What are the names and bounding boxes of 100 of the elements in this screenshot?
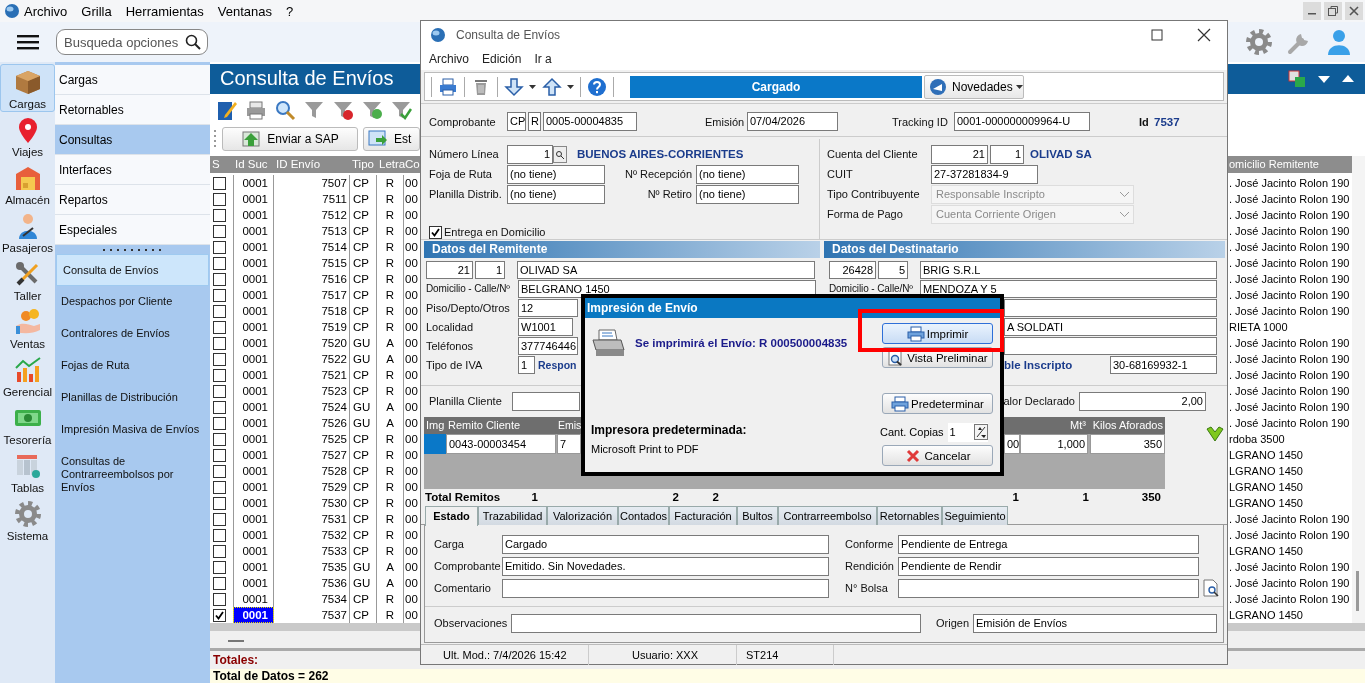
checkbox[interactable] xyxy=(213,464,226,478)
text-field[interactable]: CP xyxy=(507,112,526,131)
search-field[interactable]: Busqueda opciones xyxy=(56,29,208,55)
checkbox[interactable] xyxy=(213,240,226,254)
checkbox[interactable] xyxy=(213,176,226,190)
tab[interactable]: Trazabilidad xyxy=(478,506,547,525)
checkbox[interactable] xyxy=(213,272,226,286)
text-field[interactable]: 1 xyxy=(518,355,535,374)
dialog-button[interactable]: Imprimir xyxy=(882,323,993,344)
text-field[interactable]: 21 xyxy=(426,260,473,279)
printer-icon[interactable] xyxy=(906,325,925,342)
checkbox[interactable] xyxy=(213,544,226,558)
dialog-button[interactable]: Cancelar xyxy=(882,445,993,466)
caret-icon[interactable] xyxy=(529,84,536,89)
menu-item[interactable]: Grilla xyxy=(81,3,112,19)
tab[interactable]: Valorización xyxy=(547,506,618,525)
text-field[interactable]: (no tiene) xyxy=(696,184,799,204)
checkbox[interactable] xyxy=(213,208,226,222)
menu-group-item[interactable]: Retornables xyxy=(55,95,210,125)
menu-group-item[interactable]: Interfaces xyxy=(55,155,210,185)
checkbox[interactable] xyxy=(213,528,226,542)
text-field[interactable]: 26428 xyxy=(829,260,876,279)
checkbox[interactable] xyxy=(213,576,226,590)
lookup-icon[interactable] xyxy=(553,145,567,163)
text-field[interactable]: Cargado xyxy=(502,534,829,554)
tab[interactable]: Estado xyxy=(425,506,478,526)
collapse-handle[interactable] xyxy=(228,640,244,643)
submenu-item[interactable]: Consultas de Contrarreembolsos por Envíos xyxy=(55,446,210,494)
text-field[interactable]: Pendiente de Rendir xyxy=(898,556,1199,576)
menu-group-item[interactable]: Especiales xyxy=(55,215,210,245)
text-field[interactable]: 0001-000000009964-U xyxy=(954,112,1090,131)
text-field[interactable]: 12 xyxy=(518,298,578,317)
submenu-item[interactable]: Despachos por Cliente xyxy=(55,286,210,318)
checkbox[interactable] xyxy=(213,352,226,366)
checkbox[interactable] xyxy=(213,336,226,350)
scrollbar-thumb[interactable] xyxy=(1356,571,1359,612)
text-field[interactable] xyxy=(1004,298,1217,317)
column-header[interactable]: Remito Cliente xyxy=(446,417,556,434)
submenu-item[interactable]: Consulta de Envíos xyxy=(56,254,209,286)
checkbox[interactable] xyxy=(213,368,226,382)
tab[interactable]: Bultos xyxy=(737,506,778,525)
column-header[interactable]: Kilos Aforados xyxy=(1090,417,1165,434)
printer-icon[interactable] xyxy=(891,395,910,412)
arrow-down-icon[interactable] xyxy=(504,76,524,97)
text-field[interactable] xyxy=(512,391,580,411)
image-cell[interactable] xyxy=(424,434,446,454)
checkbox[interactable] xyxy=(213,288,226,302)
text-field[interactable]: 07/04/2026 xyxy=(747,112,838,131)
menu-item[interactable]: Herramientas xyxy=(125,3,204,19)
submenu-item[interactable]: Impresión Masiva de Envíos xyxy=(55,414,210,446)
module-item[interactable]: Pasajeros xyxy=(0,208,55,256)
search-icon[interactable] xyxy=(1203,579,1219,597)
menu-item[interactable]: Ventanas xyxy=(217,3,272,19)
text-field[interactable]: 1 xyxy=(507,144,553,164)
text-field[interactable]: (no tiene) xyxy=(507,164,605,184)
toolbar-button[interactable]: Enviar a SAP xyxy=(222,127,358,152)
checkbox[interactable] xyxy=(213,592,226,606)
text-field[interactable]: 1 xyxy=(475,260,505,279)
settings-icon[interactable] xyxy=(1245,28,1273,56)
module-item[interactable]: Viajes xyxy=(0,112,55,160)
toolbar-grip[interactable] xyxy=(214,129,217,150)
text-field[interactable]: A SOLDATI xyxy=(1004,317,1217,336)
toolbar-button[interactable]: Est xyxy=(363,127,420,152)
text-field[interactable]: BELGRANO 1450 xyxy=(518,279,816,298)
chevron-down-icon[interactable] xyxy=(1206,426,1224,442)
maximize-icon[interactable] xyxy=(1151,28,1163,41)
text-field[interactable] xyxy=(502,578,829,598)
checkbox[interactable] xyxy=(213,320,226,334)
text-field[interactable]: MENDOZA Y 5 xyxy=(920,279,1217,298)
text-field[interactable]: 1 xyxy=(990,144,1024,164)
spin-arrows-icon[interactable] xyxy=(973,424,988,440)
checkbox[interactable] xyxy=(213,448,226,462)
column-header[interactable]: Mt³ xyxy=(1020,417,1088,434)
close-icon[interactable] xyxy=(1345,2,1363,20)
checkbox[interactable] xyxy=(213,560,226,574)
text-field[interactable]: 21 xyxy=(931,144,988,164)
export-icon[interactable] xyxy=(368,130,388,149)
text-field[interactable] xyxy=(1004,336,1217,355)
caret-icon[interactable] xyxy=(1015,84,1023,89)
module-item[interactable]: Tablas xyxy=(0,448,55,496)
text-field[interactable]: 5 xyxy=(878,260,908,279)
menu-item[interactable]: ? xyxy=(285,3,294,19)
tab[interactable]: Contados xyxy=(618,506,669,525)
windows-icon[interactable] xyxy=(1287,68,1307,89)
text-field[interactable]: 0005-00004835 xyxy=(543,112,637,131)
tab[interactable]: Seguimiento xyxy=(942,506,1008,525)
checkbox[interactable] xyxy=(213,400,226,414)
caret-icon[interactable] xyxy=(567,84,574,89)
checkbox[interactable] xyxy=(213,384,226,398)
checkbox[interactable] xyxy=(213,496,226,510)
text-field[interactable]: OLIVAD SA xyxy=(517,260,815,279)
checkbox[interactable] xyxy=(213,608,226,622)
menu-item[interactable]: Archivo xyxy=(24,3,68,19)
dialog-button[interactable]: Predeterminar xyxy=(882,393,993,414)
tab[interactable]: Retornables xyxy=(877,506,942,525)
menu-item[interactable]: Ir a xyxy=(534,52,552,66)
text-field[interactable]: 2,00 xyxy=(1079,391,1206,411)
text-field[interactable]: W1001 xyxy=(518,317,573,336)
text-field[interactable]: (no tiene) xyxy=(696,164,799,184)
module-item[interactable]: Taller xyxy=(0,256,55,304)
